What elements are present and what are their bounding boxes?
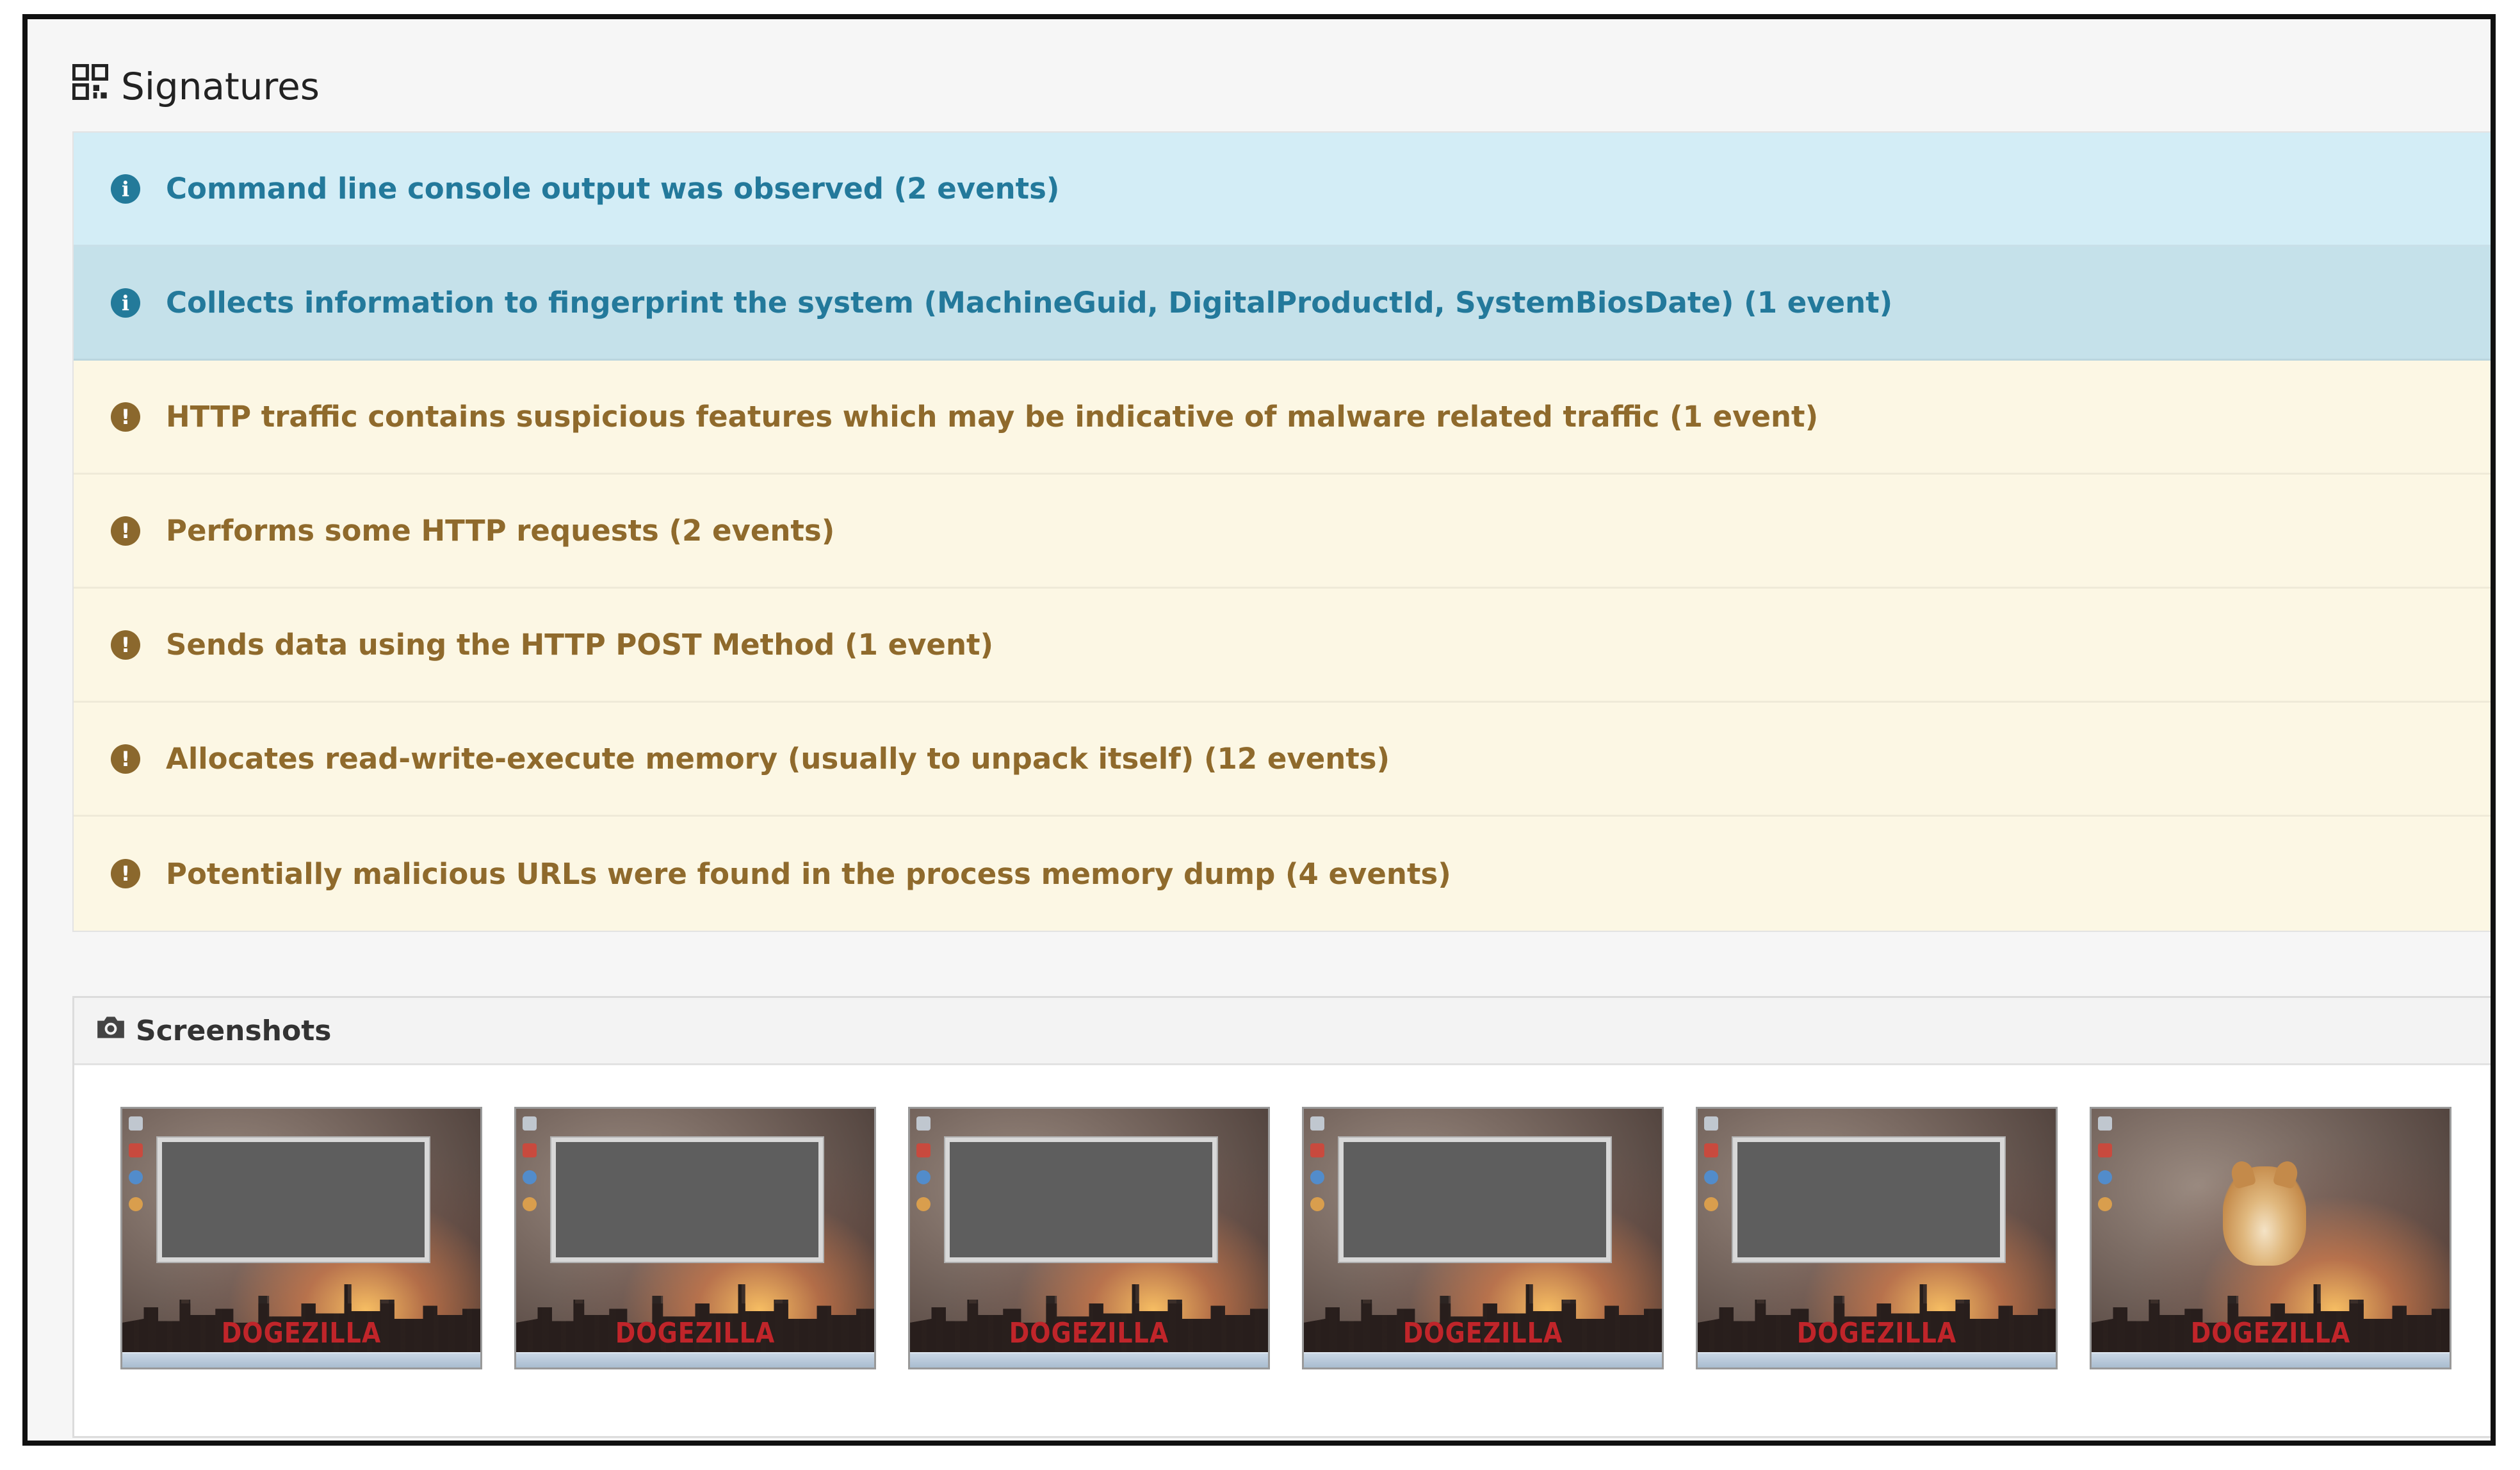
taskbar <box>1698 1352 2056 1368</box>
signature-list: i Command line console output was observ… <box>72 131 2491 932</box>
signature-row[interactable]: ! Potentially malicious URLs were found … <box>74 817 2491 931</box>
taskbar <box>2092 1352 2450 1368</box>
console-window <box>158 1138 429 1262</box>
camera-icon <box>95 1014 127 1048</box>
console-window <box>945 1138 1217 1262</box>
taskbar <box>1304 1352 1662 1368</box>
screenshots-title: Screenshots <box>136 1014 332 1047</box>
thumbnail-caption: DOGEZILLA <box>1796 1316 1957 1350</box>
report-frame: Signatures i Command line console output… <box>22 14 2496 1446</box>
signature-text: Sends data using the HTTP POST Method (1… <box>166 628 994 662</box>
screenshot-thumbnail[interactable]: DOGEZILLA <box>908 1107 1270 1369</box>
info-circle-icon: i <box>111 174 140 204</box>
signature-text: Allocates read-write-execute memory (usu… <box>166 742 1390 776</box>
screenshots-header: Screenshots <box>74 998 2491 1065</box>
thumbnail-caption: DOGEZILLA <box>221 1316 382 1350</box>
screenshot-thumbnail[interactable]: DOGEZILLA <box>1302 1107 1664 1369</box>
exclamation-circle-icon: ! <box>111 402 140 432</box>
exclamation-circle-icon: ! <box>111 630 140 660</box>
doge-image <box>2223 1166 2306 1266</box>
exclamation-circle-icon: ! <box>111 859 140 888</box>
exclamation-circle-icon: ! <box>111 516 140 546</box>
console-window <box>1339 1138 1611 1262</box>
signature-row[interactable]: i Command line console output was observ… <box>74 133 2491 247</box>
desktop-icons <box>1704 1116 1721 1211</box>
desktop-icons <box>1310 1116 1327 1211</box>
signature-text: Collects information to fingerprint the … <box>166 286 1893 320</box>
screenshots-panel: Screenshots DOGEZILLA DOGEZILLA DOGEZILL… <box>72 996 2491 1438</box>
signatures-title: Signatures <box>121 65 320 108</box>
info-circle-icon: i <box>111 288 140 318</box>
screenshot-thumbnail[interactable]: DOGEZILLA <box>1696 1107 2058 1369</box>
screenshot-thumbnails: DOGEZILLA DOGEZILLA DOGEZILLA DOGEZILLA … <box>120 1107 2451 1369</box>
thumbnail-caption: DOGEZILLA <box>1402 1316 1563 1350</box>
exclamation-circle-icon: ! <box>111 744 140 774</box>
signature-text: Command line console output was observed… <box>166 172 1060 206</box>
taskbar <box>122 1352 480 1368</box>
signatures-header: Signatures <box>72 61 320 112</box>
taskbar <box>516 1352 874 1368</box>
signature-row[interactable]: ! Sends data using the HTTP POST Method … <box>74 589 2491 703</box>
signature-row[interactable]: i Collects information to fingerprint th… <box>74 247 2491 361</box>
screenshot-thumbnail[interactable]: DOGEZILLA <box>120 1107 482 1369</box>
desktop-icons <box>2098 1116 2115 1211</box>
signature-row[interactable]: ! HTTP traffic contains suspicious featu… <box>74 361 2491 475</box>
console-window <box>1733 1138 2004 1262</box>
grid-icon <box>72 63 109 109</box>
screenshot-thumbnail[interactable]: DOGEZILLA <box>514 1107 876 1369</box>
signature-row[interactable]: ! Performs some HTTP requests (2 events) <box>74 475 2491 589</box>
desktop-icons <box>523 1116 539 1211</box>
thumbnail-caption: DOGEZILLA <box>1009 1316 1169 1350</box>
thumbnail-caption: DOGEZILLA <box>615 1316 776 1350</box>
desktop-icons <box>129 1116 145 1211</box>
signature-text: Potentially malicious URLs were found in… <box>166 856 1451 891</box>
console-window <box>551 1138 823 1262</box>
desktop-icons <box>916 1116 933 1211</box>
screenshot-thumbnail[interactable]: DOGEZILLA <box>2090 1107 2451 1369</box>
signature-row[interactable]: ! Allocates read-write-execute memory (u… <box>74 703 2491 817</box>
signature-text: Performs some HTTP requests (2 events) <box>166 514 835 548</box>
taskbar <box>910 1352 1268 1368</box>
signature-text: HTTP traffic contains suspicious feature… <box>166 400 1819 434</box>
thumbnail-caption: DOGEZILLA <box>2190 1316 2351 1350</box>
